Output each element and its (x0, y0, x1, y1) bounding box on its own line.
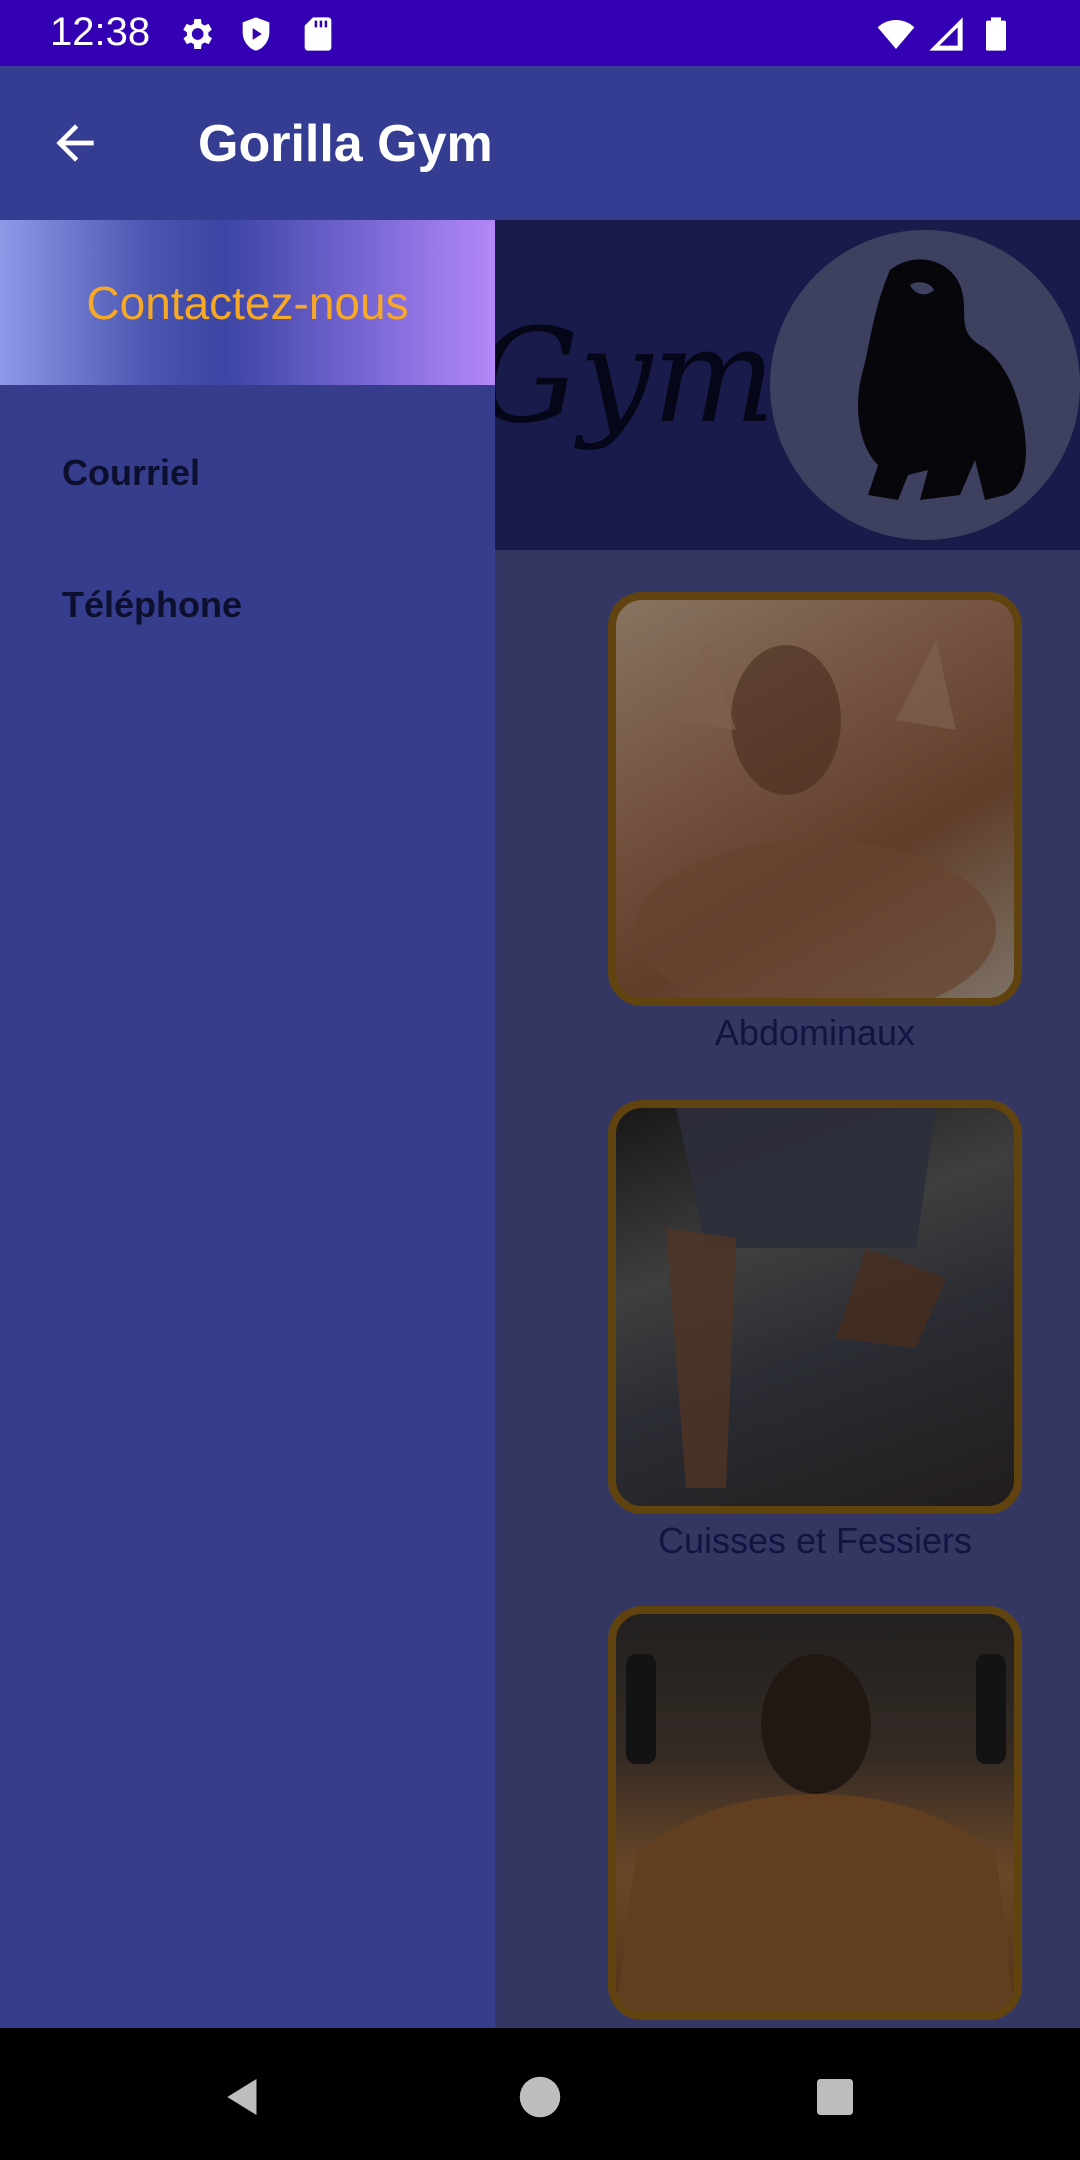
nav-back-button[interactable] (208, 2062, 278, 2132)
status-time: 12:38 (50, 10, 151, 54)
navigation-drawer: Contactez-nous Courriel Téléphone (0, 220, 495, 2028)
drawer-item-telephone[interactable]: Téléphone (62, 584, 242, 626)
cell-signal-icon (929, 17, 963, 51)
back-button[interactable] (40, 108, 110, 178)
status-bar: 12:38 (0, 0, 1080, 66)
sd-card-icon (304, 17, 332, 51)
nav-recents-button[interactable] (800, 2062, 870, 2132)
arrow-left-icon (56, 124, 94, 162)
wifi-icon (877, 20, 915, 49)
recents-square-icon (817, 2079, 853, 2115)
nav-home-button[interactable] (505, 2062, 575, 2132)
battery-icon (986, 17, 1006, 51)
drawer-item-courriel[interactable]: Courriel (62, 452, 200, 494)
home-circle-icon (519, 2076, 561, 2118)
back-triangle-icon (227, 2079, 257, 2115)
settings-icon (183, 19, 212, 49)
screen: 12:38 Gorilla Gym Gym Abdominaux Cuisses… (0, 0, 1080, 2160)
system-nav-bar (0, 2028, 1080, 2160)
drawer-header: Contactez-nous (0, 220, 495, 385)
app-bar: Gorilla Gym (0, 66, 1080, 220)
play-protect-icon (242, 17, 270, 51)
app-title: Gorilla Gym (198, 115, 493, 173)
drawer-header-title: Contactez-nous (86, 276, 409, 329)
